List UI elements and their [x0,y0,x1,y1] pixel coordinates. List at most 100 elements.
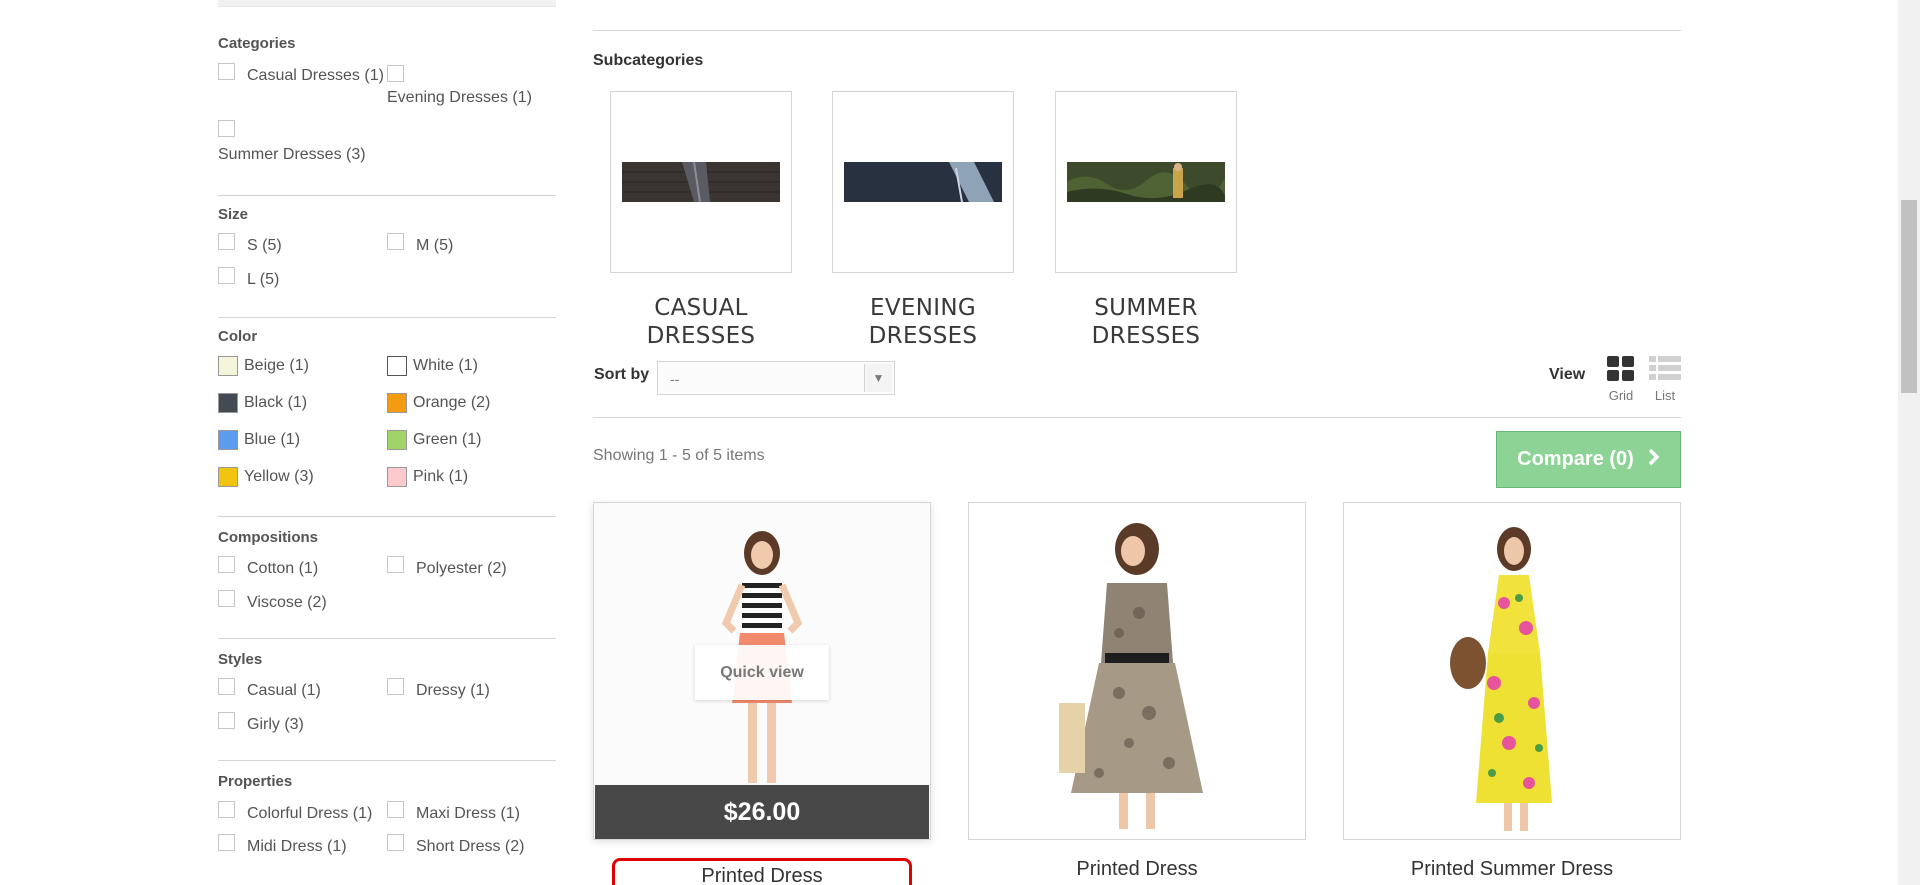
product-image [969,503,1305,839]
compare-button-label: Compare (0) [1517,448,1634,470]
product-card[interactable]: Printed Dress [968,502,1306,881]
subcategory-name[interactable]: SUMMER DRESSES [1055,294,1237,350]
sort-label: Sort by [594,366,650,383]
filter-colorful-dress[interactable]: Colorful Dress (1) [218,801,372,822]
filter-polyester[interactable]: Polyester (2) [387,556,507,577]
checkbox[interactable] [218,678,235,695]
filter-size-s[interactable]: S (5) [218,233,282,254]
subcategory-thumbnail[interactable] [832,91,1014,273]
filter-color: Color Beige (1) White (1) Black (1) Oran… [218,318,556,517]
subcategories-title: Subcategories [593,52,704,69]
filter-compositions-title: Compositions [218,529,318,546]
filter-size-m[interactable]: M (5) [387,233,453,254]
grid-icon [1607,356,1634,381]
filter-categories-title: Categories [218,35,296,52]
divider [593,30,1681,31]
color-swatch-white[interactable] [387,356,407,376]
checkbox[interactable] [218,233,235,250]
list-icon [1649,356,1681,380]
checkbox[interactable] [218,63,235,80]
filter-summer-dresses[interactable]: Summer Dresses (3) [218,120,366,163]
filter-color-orange[interactable]: Orange (2) [387,393,490,413]
filter-cotton[interactable]: Cotton (1) [218,556,318,577]
filter-color-green[interactable]: Green (1) [387,430,481,450]
checkbox[interactable] [218,267,235,284]
filter-color-black[interactable]: Black (1) [218,393,307,413]
filter-short-dress[interactable]: Short Dress (2) [387,834,524,855]
sidebar-top-block [218,0,556,7]
filter-evening-dresses[interactable]: Evening Dresses (1) [387,65,532,106]
product-name-link[interactable]: Printed Dress [968,858,1306,881]
filter-dressy[interactable]: Dressy (1) [387,678,490,699]
chevron-right-icon [1648,448,1660,472]
checkbox[interactable] [218,801,235,818]
checkbox[interactable] [387,233,404,250]
filter-size-l[interactable]: L (5) [218,267,279,288]
product-image-box[interactable] [1343,502,1681,840]
filter-maxi-dress[interactable]: Maxi Dress (1) [387,801,520,822]
filter-color-white[interactable]: White (1) [387,356,478,376]
subcategory-name[interactable]: CASUAL DRESSES [610,294,792,350]
subcategory-casual-dresses[interactable]: CASUAL DRESSES [610,91,792,350]
filter-casual[interactable]: Casual (1) [218,678,321,699]
sort-select[interactable]: -- ▼ [657,361,895,395]
product-card[interactable]: Quick view $26.00 Printed Dress [593,502,931,885]
checkbox[interactable] [387,678,404,695]
scrollbar-thumb[interactable] [1901,200,1917,393]
filter-viscose[interactable]: Viscose (2) [218,590,327,611]
filter-midi-dress[interactable]: Midi Dress (1) [218,834,347,855]
page-scrollbar[interactable] [1898,0,1920,885]
checkbox[interactable] [387,834,404,851]
subcategory-name[interactable]: EVENING DRESSES [832,294,1014,350]
checkbox[interactable] [218,712,235,729]
product-image-box[interactable] [968,502,1306,840]
checkbox[interactable] [387,801,404,818]
product-price: $26.00 [595,785,929,839]
product-count: Showing 1 - 5 of 5 items [593,447,765,464]
checkbox[interactable] [218,120,235,137]
product-card[interactable]: Printed Summer Dress [1343,502,1681,881]
subcategory-thumbnail[interactable] [1055,91,1237,273]
filter-girly[interactable]: Girly (3) [218,712,304,733]
color-swatch-blue[interactable] [218,430,238,450]
color-swatch-yellow[interactable] [218,467,238,487]
casual-dresses-banner-image [622,162,780,202]
subcategory-evening-dresses[interactable]: EVENING DRESSES [832,91,1014,350]
filter-categories: Categories Casual Dresses (1) Evening Dr… [218,30,556,196]
filter-size: Size S (5) M (5) L (5) [218,196,556,318]
color-swatch-black[interactable] [218,393,238,413]
sort-select-value: -- [670,371,680,387]
filter-styles: Styles Casual (1) Dressy (1) Girly (3) [218,639,556,761]
view-label: View [1549,366,1586,383]
subcategory-summer-dresses[interactable]: SUMMER DRESSES [1055,91,1237,350]
chevron-down-icon[interactable]: ▼ [864,364,892,392]
divider [593,417,1681,418]
color-swatch-green[interactable] [387,430,407,450]
view-grid-button[interactable]: Grid [1603,356,1639,403]
checkbox[interactable] [218,556,235,573]
subcategory-thumbnail[interactable] [610,91,792,273]
filter-color-yellow[interactable]: Yellow (3) [218,467,314,487]
filter-casual-dresses[interactable]: Casual Dresses (1) [218,63,384,84]
product-image-box[interactable]: Quick view $26.00 [593,502,931,840]
filter-color-beige[interactable]: Beige (1) [218,356,309,376]
filter-color-blue[interactable]: Blue (1) [218,430,300,450]
view-list-button[interactable]: List [1647,356,1683,403]
color-swatch-beige[interactable] [218,356,238,376]
checkbox[interactable] [218,834,235,851]
checkbox[interactable] [387,65,404,82]
quick-view-button[interactable]: Quick view [695,645,829,700]
filter-size-title: Size [218,206,249,223]
compare-button[interactable]: Compare (0) [1496,431,1681,488]
filter-properties-title: Properties [218,773,293,790]
summer-dresses-banner-image [1067,162,1225,202]
checkbox[interactable] [218,590,235,607]
checkbox[interactable] [387,556,404,573]
filter-color-pink[interactable]: Pink (1) [387,467,468,487]
evening-dresses-banner-image [844,162,1002,202]
filter-compositions: Compositions Cotton (1) Polyester (2) Vi… [218,517,556,639]
product-name-link[interactable]: Printed Dress [593,865,931,885]
color-swatch-orange[interactable] [387,393,407,413]
color-swatch-pink[interactable] [387,467,407,487]
product-name-link[interactable]: Printed Summer Dress [1343,858,1681,881]
